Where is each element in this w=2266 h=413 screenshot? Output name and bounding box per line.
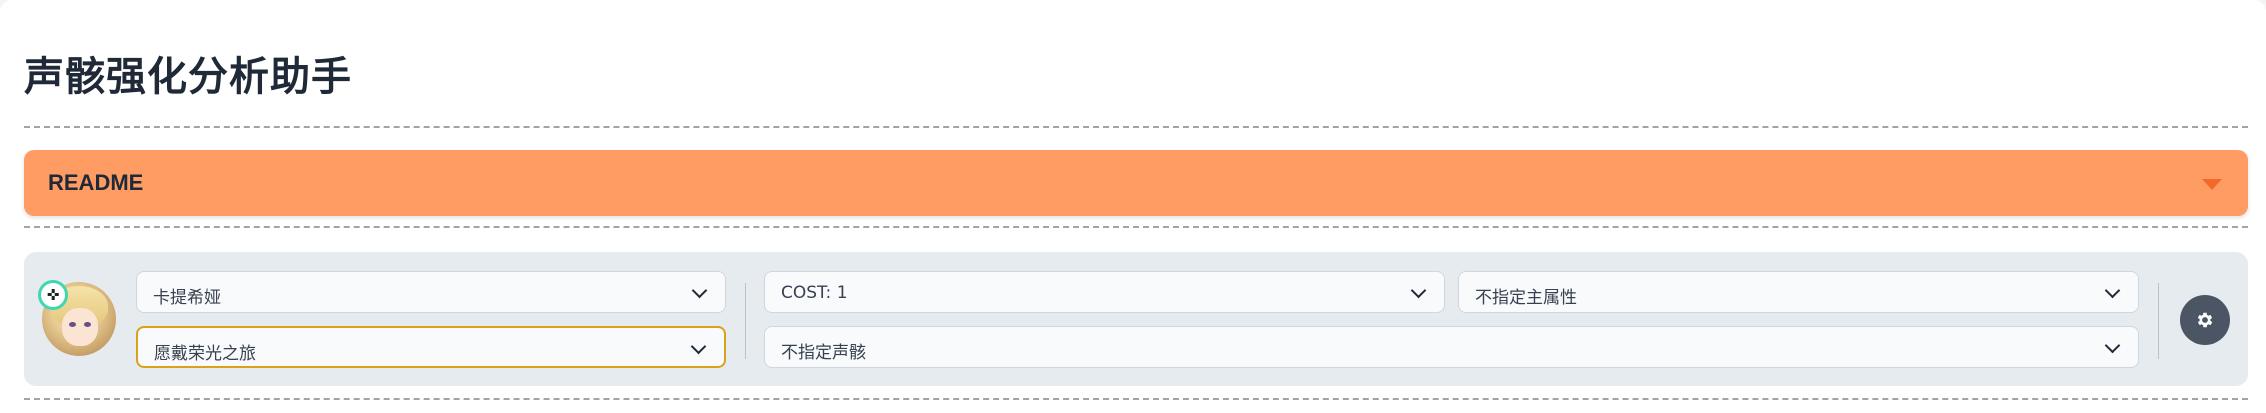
cost-select[interactable]: COST: 1	[764, 271, 1445, 313]
main-stat-select-value: 不指定主属性	[1475, 288, 1577, 308]
caret-down-icon	[2202, 179, 2222, 190]
main-stat-select[interactable]: 不指定主属性	[1458, 271, 2139, 313]
page-title: 声骸强化分析助手	[24, 54, 352, 100]
readme-label: README	[48, 170, 144, 195]
separator	[2158, 283, 2159, 359]
divider	[24, 126, 2248, 128]
divider	[24, 226, 2248, 228]
cost-select-value: COST: 1	[781, 283, 848, 303]
echo-select-value: 不指定声骸	[781, 343, 866, 363]
readme-accordion[interactable]: README	[24, 150, 2248, 216]
character-select-value: 卡提希娅	[153, 288, 221, 308]
chevron-down-icon	[1410, 282, 1427, 299]
gear-icon	[2197, 312, 2213, 328]
echo-set-select-value: 愿戴荣光之旅	[154, 344, 256, 364]
echo-select[interactable]: 不指定声骸	[764, 326, 2139, 368]
divider	[24, 398, 2248, 400]
aero-element-icon: ✜	[38, 280, 68, 310]
echo-set-select[interactable]: 愿戴荣光之旅	[136, 326, 726, 368]
chevron-down-icon	[691, 282, 708, 299]
chevron-down-icon	[690, 338, 707, 355]
separator	[745, 283, 746, 359]
settings-button[interactable]	[2180, 295, 2230, 345]
character-select[interactable]: 卡提希娅	[136, 271, 726, 313]
chevron-down-icon	[2104, 337, 2121, 354]
page: 声骸强化分析助手 README ✜ 卡提希娅 愿戴荣光之旅 COST: 1 不指…	[0, 0, 2266, 413]
chevron-down-icon	[2104, 282, 2121, 299]
